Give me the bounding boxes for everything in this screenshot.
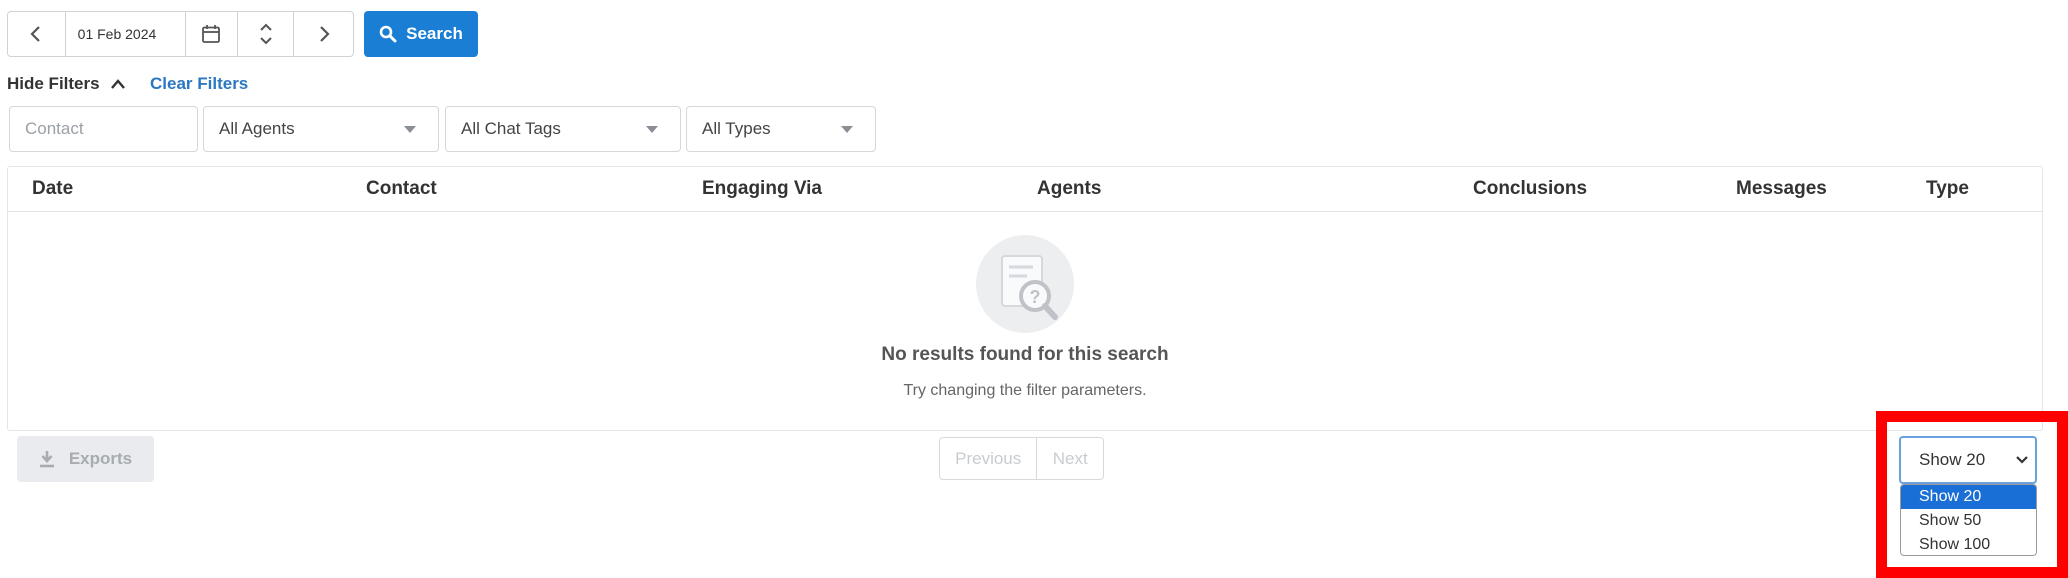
column-header-contact[interactable]: Contact: [366, 167, 437, 211]
column-header-engaging-via[interactable]: Engaging Via: [702, 167, 822, 211]
download-icon: [39, 451, 54, 468]
types-filter-value: All Types: [702, 119, 771, 138]
agents-filter-dropdown[interactable]: All Agents: [203, 106, 439, 152]
contact-filter-input[interactable]: Contact: [9, 106, 198, 152]
agents-filter-value: All Agents: [219, 119, 295, 138]
chevron-up-icon: [110, 79, 125, 89]
next-page-button[interactable]: Next: [1037, 438, 1103, 479]
types-filter-dropdown[interactable]: All Types: [686, 106, 876, 152]
caret-down-icon: [841, 125, 853, 133]
column-header-messages[interactable]: Messages: [1736, 167, 1827, 211]
column-header-conclusions[interactable]: Conclusions: [1473, 167, 1587, 211]
chat-tags-filter-value: All Chat Tags: [461, 119, 561, 138]
page-size-option[interactable]: Show 100: [1901, 533, 2036, 555]
date-stepper-button[interactable]: [238, 12, 295, 56]
clear-filters-link[interactable]: Clear Filters: [150, 72, 248, 96]
chat-tags-filter-dropdown[interactable]: All Chat Tags: [445, 106, 681, 152]
calendar-icon: [202, 25, 221, 43]
caret-down-icon: [404, 125, 416, 133]
up-down-chevron-icon: [259, 23, 272, 45]
pagination: Previous Next: [939, 437, 1104, 480]
next-date-button[interactable]: [294, 12, 353, 56]
caret-down-icon: [646, 125, 658, 133]
page-size-select[interactable]: Show 20: [1899, 436, 2037, 484]
exports-button[interactable]: Exports: [17, 436, 154, 482]
column-header-date[interactable]: Date: [32, 167, 73, 211]
previous-page-button[interactable]: Previous: [940, 438, 1038, 479]
calendar-button[interactable]: [186, 12, 238, 56]
search-icon: [379, 25, 397, 43]
exports-button-label: Exports: [68, 449, 133, 468]
search-button-label: Search: [406, 24, 463, 43]
date-navigator: 01 Feb 2024: [7, 11, 354, 57]
previous-date-button[interactable]: [8, 12, 66, 56]
no-results-icon: ?: [975, 234, 1075, 334]
table-header: Date Contact Engaging Via Agents Conclus…: [8, 167, 2042, 212]
page-size-value: Show 20: [1919, 450, 1986, 469]
chevron-down-icon: [2016, 456, 2028, 464]
date-input[interactable]: 01 Feb 2024: [66, 12, 186, 56]
chevron-left-icon: [30, 26, 41, 42]
hide-filters-toggle[interactable]: Hide Filters: [7, 72, 126, 96]
svg-text:?: ?: [1030, 287, 1041, 307]
search-button[interactable]: Search: [364, 11, 478, 57]
page-size-option[interactable]: Show 20: [1901, 485, 2036, 509]
empty-state-title: No results found for this search: [881, 344, 1169, 365]
hide-filters-label: Hide Filters: [7, 74, 100, 93]
empty-state-subtitle: Try changing the filter parameters.: [903, 382, 1147, 399]
column-header-type[interactable]: Type: [1926, 167, 1969, 211]
column-header-agents[interactable]: Agents: [1037, 167, 1101, 211]
chevron-right-icon: [319, 26, 330, 42]
page-size-option[interactable]: Show 50: [1901, 509, 2036, 533]
page-size-options: Show 20 Show 50 Show 100: [1900, 484, 2037, 556]
